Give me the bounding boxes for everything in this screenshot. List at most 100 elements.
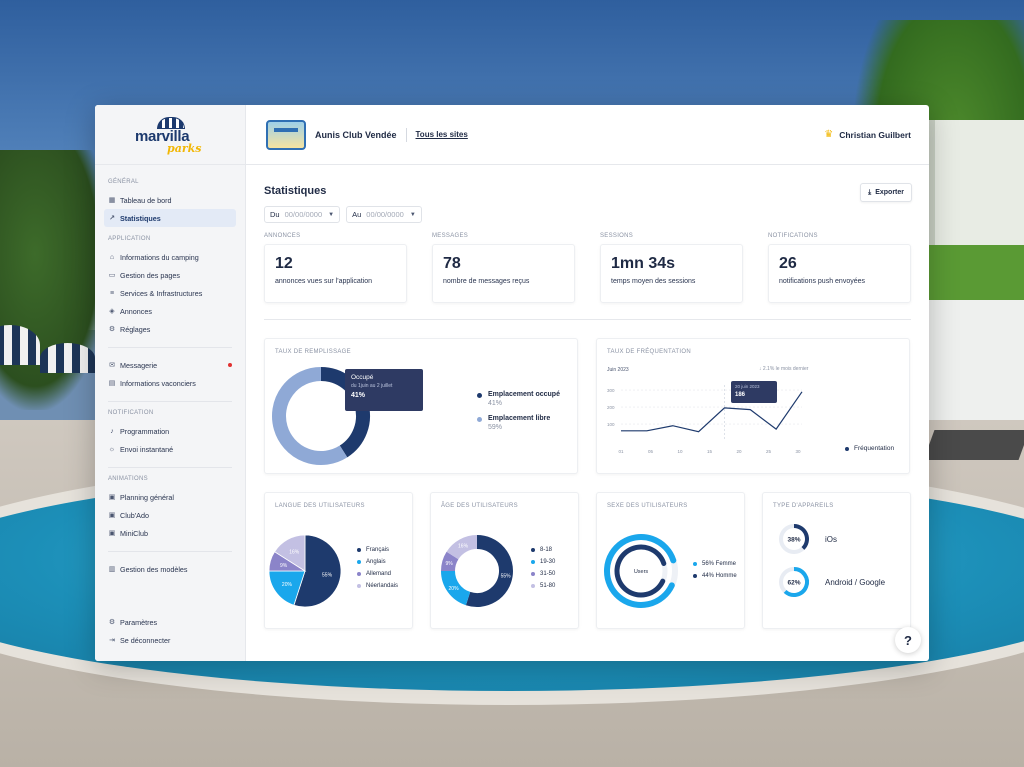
logo[interactable]: marvilla parks bbox=[95, 105, 245, 165]
device-ring-label: 62% bbox=[787, 580, 800, 587]
legend-label: 56% Femme bbox=[702, 561, 737, 567]
user-menu[interactable]: ♛ Christian Guilbert bbox=[824, 129, 911, 140]
tooltip-value: 186 bbox=[735, 392, 746, 398]
y-tick-label: 200 bbox=[607, 405, 615, 410]
sidebar-item-label: Club'Ado bbox=[120, 510, 149, 520]
kpi-label: NOTIFICATIONS bbox=[768, 233, 818, 239]
legend-swatch bbox=[693, 562, 697, 566]
tooltip-subtitle: du 1juin au 2 juillet bbox=[351, 383, 393, 389]
all-sites-link[interactable]: Tous les sites bbox=[416, 130, 468, 139]
sidebar-item-instant[interactable]: ☼ Envoi instantané bbox=[104, 440, 236, 458]
nav-group-general: GÉNÉRAL ▦ Tableau de bord ↗ Statistiques bbox=[104, 179, 236, 227]
help-button[interactable]: ? bbox=[895, 627, 921, 653]
crown-icon: ♛ bbox=[824, 129, 834, 140]
kpi-value: 1mn 34s bbox=[611, 255, 676, 272]
legend-label: 8-18 bbox=[540, 547, 553, 553]
attendance-tooltip: 20 juin 2023 186 bbox=[731, 381, 777, 403]
date-to-select[interactable]: Au 00/00/0000 ▼ bbox=[346, 206, 422, 223]
sidebar-item-parameters[interactable]: ⚙ Paramètres bbox=[104, 613, 236, 631]
legend-text: Emplacement libre 59% bbox=[488, 415, 550, 431]
sidebar-item-statistics[interactable]: ↗ Statistiques bbox=[104, 209, 236, 227]
legend-label: Néerlandais bbox=[366, 583, 399, 589]
sidebar-item-label: MiniClub bbox=[120, 528, 148, 538]
kpi-desc: annonces vues sur l'application bbox=[275, 278, 373, 285]
gender-center-label: Users bbox=[634, 569, 649, 575]
legend-item: 44% Homme bbox=[693, 573, 737, 579]
legend-swatch bbox=[845, 446, 849, 451]
age-label: 16% bbox=[458, 544, 469, 550]
nav-section-title: GÉNÉRAL bbox=[108, 179, 139, 185]
sidebar-item-club-ado[interactable]: ▣ Club'Ado bbox=[104, 506, 236, 524]
legend-value: 59% bbox=[488, 424, 503, 431]
sidebar-item-label: Tableau de bord bbox=[120, 195, 172, 205]
sidebar-item-settings[interactable]: ⚙ Réglages bbox=[104, 320, 236, 338]
age-segment bbox=[441, 570, 471, 606]
date-from-select[interactable]: Du 00/00/0000 ▼ bbox=[264, 206, 341, 223]
x-tick-label: 01 bbox=[618, 449, 624, 454]
x-tick-label: 15 bbox=[707, 449, 713, 454]
legend-swatch bbox=[357, 560, 361, 564]
sidebar-item-label: Paramètres bbox=[120, 617, 158, 627]
legend-swatch bbox=[531, 572, 535, 576]
divider bbox=[405, 127, 407, 142]
sidebar-item-label: Envoi instantané bbox=[120, 444, 174, 454]
kpi-notifications: NOTIFICATIONS 26 notifications push envo… bbox=[768, 233, 911, 303]
site-name: Aunis Club Vendée bbox=[315, 129, 397, 140]
export-label: Exporter bbox=[875, 189, 904, 196]
logo-sub: parks bbox=[167, 141, 202, 155]
legend-item: Anglais bbox=[357, 559, 398, 565]
legend-item: 8-18 bbox=[531, 547, 555, 553]
sidebar-item-messaging[interactable]: ✉ Messagerie bbox=[104, 356, 236, 374]
content: Statistiques ⤓ Exporter Du 00/00/0000 ▼ … bbox=[246, 165, 929, 629]
export-button[interactable]: ⤓ Exporter bbox=[860, 183, 912, 202]
legend-item: Néerlandais bbox=[357, 583, 398, 589]
divider bbox=[108, 467, 232, 468]
sidebar-item-templates[interactable]: ▥ Gestion des modèles bbox=[104, 560, 236, 578]
sidebar-nav: GÉNÉRAL ▦ Tableau de bord ↗ Statistiques A… bbox=[95, 165, 245, 578]
main: Aunis Club Vendée Tous les sites ♛ Chris… bbox=[246, 105, 929, 661]
nav-group-messages: ✉ Messagerie ▤ Informations vaconciers bbox=[104, 356, 236, 392]
gear-icon: ⚙ bbox=[108, 619, 116, 626]
legend-swatch bbox=[693, 574, 697, 578]
legend-swatch bbox=[531, 584, 535, 588]
sidebar-item-ads[interactable]: ◈ Annonces bbox=[104, 302, 236, 320]
legend-swatch bbox=[531, 560, 535, 564]
attendance-legend: Fréquentation bbox=[845, 445, 894, 458]
device-ring-label: 38% bbox=[787, 537, 800, 544]
sidebar-item-camping-info[interactable]: ⌂ Informations du camping bbox=[104, 248, 236, 266]
umbrella bbox=[40, 343, 95, 373]
nav-group-animations: ANIMATIONS ▣ Planning général ▣ Club'Ado ▣… bbox=[104, 476, 236, 542]
lounge-chair bbox=[923, 430, 1024, 460]
legend-label: 51-80 bbox=[540, 583, 556, 589]
legend-item: 31-50 bbox=[531, 571, 555, 577]
kpi-label: MESSAGES bbox=[432, 233, 469, 239]
sidebar-item-logout[interactable]: ⇥ Se déconnecter bbox=[104, 631, 236, 649]
download-icon: ⤓ bbox=[868, 188, 872, 196]
sidebar-item-vacationers[interactable]: ▤ Informations vaconciers bbox=[104, 374, 236, 392]
sidebar-item-dashboard[interactable]: ▦ Tableau de bord bbox=[104, 191, 236, 209]
sidebar-item-pages[interactable]: ▭ Gestion des pages bbox=[104, 266, 236, 284]
age-label: 55% bbox=[501, 574, 512, 580]
legend-item: Français bbox=[357, 547, 398, 553]
sidebar-item-services[interactable]: ≡ Services & Infrastructures bbox=[104, 284, 236, 302]
tooltip-title: Occupé bbox=[351, 374, 374, 381]
help-icon: ? bbox=[904, 632, 912, 648]
sidebar-item-planning[interactable]: ▣ Planning général bbox=[104, 488, 236, 506]
kpi-label: SESSIONS bbox=[600, 233, 634, 239]
legend-label: Emplacement libre bbox=[488, 415, 551, 422]
charts-row-2: LANGUE DES UTILISATEURS 55% 20% 9% 16% Fran… bbox=[264, 492, 911, 629]
kpi-value: 78 bbox=[443, 255, 461, 272]
sidebar-item-miniclub[interactable]: ▣ MiniClub bbox=[104, 524, 236, 542]
sidebar-item-label: Programmation bbox=[120, 426, 170, 436]
divider bbox=[108, 551, 232, 552]
devices-panel: TYPE D'APPAREILS 38% 62% iOs Android / Go… bbox=[762, 492, 911, 629]
calendar-icon: ▣ bbox=[108, 530, 116, 537]
legend-swatch bbox=[357, 572, 361, 576]
sidebar-item-label: Se déconnecter bbox=[120, 635, 171, 645]
id-card-icon: ▤ bbox=[108, 380, 116, 387]
age-donut: 55% 20% 9% 16% bbox=[441, 535, 513, 607]
tooltip-value: 41% bbox=[351, 392, 366, 399]
sidebar-item-scheduling[interactable]: ♪ Programmation bbox=[104, 422, 236, 440]
logo-mark: marvilla parks bbox=[135, 116, 205, 155]
sidebar-item-label: Statistiques bbox=[120, 213, 161, 223]
